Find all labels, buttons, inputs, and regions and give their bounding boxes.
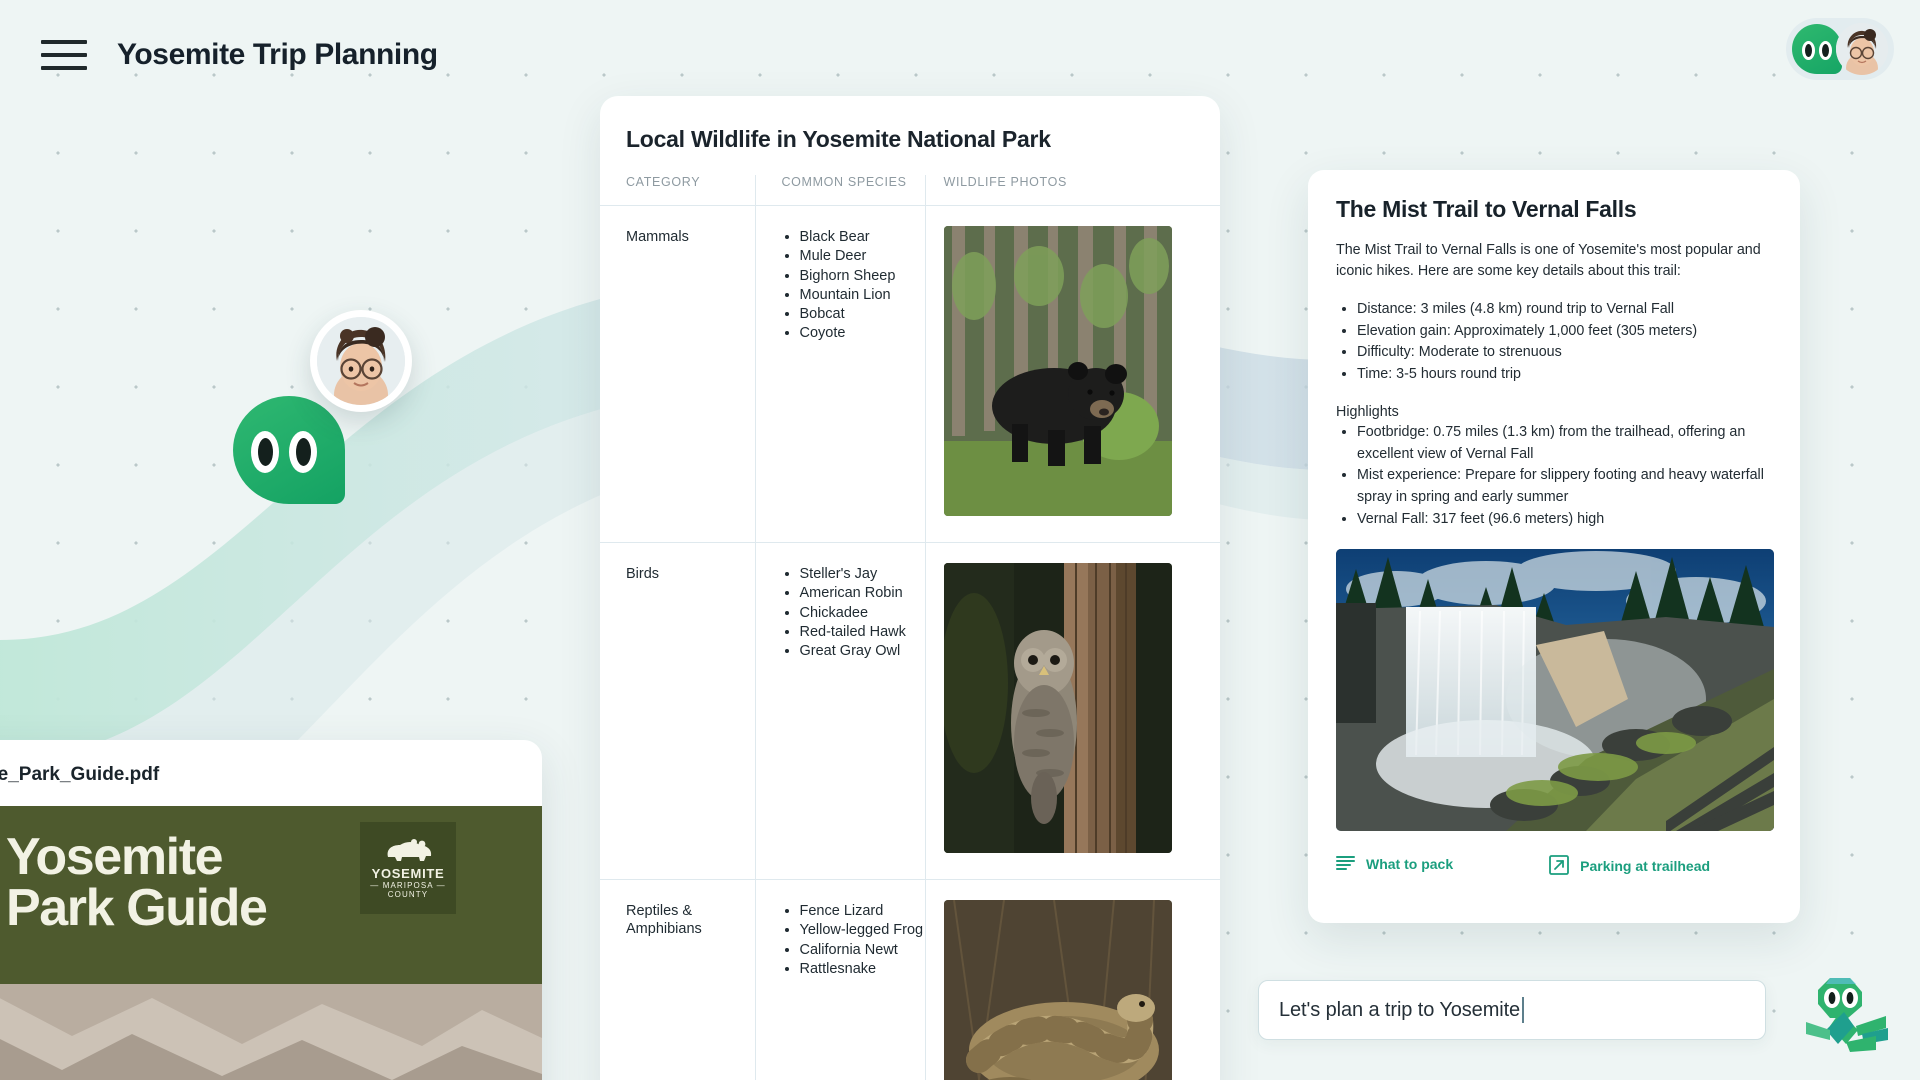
pdf-preview-card[interactable]: semite_Park_Guide.pdf Yosemite Park Guid… (0, 740, 542, 1080)
yosemite-mariposa-badge: YOSEMITE — MARIPOSA — COUNTY (360, 822, 456, 914)
composer-input[interactable]: Let's plan a trip to Yosemite (1279, 999, 1520, 1022)
trail-actions: What to pack Parking at trailhead (1336, 854, 1772, 880)
running-mascot (1800, 972, 1896, 1058)
floating-user-avatar[interactable] (310, 310, 412, 412)
list-item: Mist experience: Prepare for slippery fo… (1357, 465, 1772, 508)
list-item: Coyote (800, 324, 925, 343)
bear-silhouette-icon (387, 839, 432, 861)
list-item: Chickadee (800, 604, 925, 623)
badge-line-3: COUNTY (387, 890, 429, 899)
table-header: CATEGORY COMMON SPECIES WILDLIFE PHOTOS (600, 175, 1220, 206)
pdf-cover-page: Yosemite Park Guide YOSEMITE — MARIPOSA … (0, 806, 542, 1080)
column-header-photos: WILDLIFE PHOTOS (925, 175, 1220, 206)
cell-photo (925, 205, 1220, 543)
cell-category: Mammals (600, 205, 756, 543)
cell-category: Birds (600, 542, 756, 880)
list-item: Black Bear (800, 228, 925, 247)
table-row: Mammals Black Bear Mule Deer Bighorn She… (600, 205, 1220, 543)
pdf-cover-title-line2: Park Guide (6, 878, 268, 937)
species-list: Black Bear Mule Deer Bighorn Sheep Mount… (800, 228, 925, 344)
highlights-label: Highlights (1336, 403, 1399, 420)
black-bear-photo (943, 226, 1172, 516)
list-item: Vernal Fall: 317 feet (96.6 meters) high (1357, 509, 1772, 531)
list-item: Difficulty: Moderate to strenuous (1357, 342, 1772, 364)
list-item: Fence Lizard (800, 902, 925, 921)
list-item: American Robin (800, 584, 925, 603)
cell-photo (925, 879, 1220, 1080)
column-header-category: CATEGORY (600, 175, 756, 206)
cell-species: Black Bear Mule Deer Bighorn Sheep Mount… (755, 205, 926, 543)
cell-photo (925, 542, 1220, 880)
list-item: California Newt (800, 941, 925, 960)
hamburger-menu-icon[interactable] (41, 40, 87, 70)
mascot-eye-left-icon (251, 431, 279, 473)
badge-line-2: — MARIPOSA — (370, 881, 446, 890)
table-row: Reptiles & Amphibians Fence Lizard Yello… (600, 879, 1220, 1080)
pdf-filename: semite_Park_Guide.pdf (0, 764, 160, 785)
user-photo-avatar[interactable] (1836, 23, 1888, 75)
blob-eye-left-icon (1802, 41, 1815, 60)
list-item: Mule Deer (800, 247, 925, 266)
table-row: Birds Steller's Jay American Robin Chick… (600, 542, 1220, 880)
trail-card: The Mist Trail to Vernal Falls The Mist … (1308, 170, 1800, 923)
wildlife-card: Local Wildlife in Yosemite National Park… (600, 96, 1220, 1080)
trail-title: The Mist Trail to Vernal Falls (1336, 196, 1637, 222)
list-item: Time: 3-5 hours round trip (1357, 364, 1772, 386)
external-link-arrow-icon (1549, 854, 1570, 880)
wildlife-table: CATEGORY COMMON SPECIES WILDLIFE PHOTOS … (600, 175, 1220, 1080)
action-parking-at-trailhead[interactable]: Parking at trailhead (1549, 854, 1711, 880)
list-item: Bighorn Sheep (800, 267, 925, 286)
list-item: Yellow-legged Frog (800, 921, 925, 940)
pdf-cover-hero: Yosemite Park Guide YOSEMITE — MARIPOSA … (0, 806, 542, 984)
assistant-blob-avatar[interactable] (1792, 24, 1842, 74)
list-item: Distance: 3 miles (4.8 km) round trip to… (1357, 299, 1772, 321)
rattlesnake-photo (943, 900, 1172, 1080)
action-what-to-pack[interactable]: What to pack (1336, 855, 1453, 875)
cell-category: Reptiles & Amphibians (600, 879, 756, 1080)
action-label: Parking at trailhead (1580, 858, 1711, 875)
list-item: Elevation gain: Approximately 1,000 feet… (1357, 321, 1772, 343)
table-header-row: CATEGORY COMMON SPECIES WILDLIFE PHOTOS (600, 175, 1220, 206)
list-lines-icon (1336, 855, 1355, 875)
avatar-group[interactable] (1786, 18, 1894, 80)
great-gray-owl-photo (943, 563, 1172, 853)
list-item: Mountain Lion (800, 286, 925, 305)
message-composer[interactable]: Let's plan a trip to Yosemite (1258, 980, 1766, 1040)
cell-species: Steller's Jay American Robin Chickadee R… (755, 542, 926, 880)
list-item: Footbridge: 0.75 miles (1.3 km) from the… (1357, 422, 1772, 465)
column-header-species: COMMON SPECIES (755, 175, 926, 206)
vernal-falls-photo (1336, 548, 1774, 831)
action-label: What to pack (1366, 855, 1454, 872)
list-item: Great Gray Owl (800, 642, 925, 661)
mascot-blob (233, 396, 345, 504)
blob-eye-right-icon (1819, 41, 1832, 60)
pdf-cover-photo (0, 984, 542, 1080)
pdf-cover-title: Yosemite Park Guide (6, 828, 268, 937)
text-caret (1522, 997, 1525, 1023)
mascot-eye-right-icon (289, 431, 317, 473)
cell-species: Fence Lizard Yellow-legged Frog Californ… (755, 879, 926, 1080)
list-item: Red-tailed Hawk (800, 623, 925, 642)
species-list: Fence Lizard Yellow-legged Frog Californ… (800, 902, 925, 979)
badge-line-1: YOSEMITE (371, 866, 445, 881)
list-item: Steller's Jay (800, 565, 925, 584)
trail-highlights-list: Footbridge: 0.75 miles (1.3 km) from the… (1357, 422, 1772, 531)
trail-details-list: Distance: 3 miles (4.8 km) round trip to… (1357, 299, 1772, 386)
page-title: Yosemite Trip Planning (117, 38, 438, 71)
top-bar: Yosemite Trip Planning (0, 0, 1920, 110)
app-root: Yosemite Trip Planning Local Wildlife in… (0, 0, 1920, 1080)
species-list: Steller's Jay American Robin Chickadee R… (800, 565, 925, 661)
list-item: Bobcat (800, 305, 925, 324)
pdf-cover-title-line1: Yosemite (6, 828, 224, 886)
avatar-image (317, 317, 405, 405)
trail-intro: The Mist Trail to Vernal Falls is one of… (1336, 242, 1761, 280)
list-item: Rattlesnake (800, 960, 925, 979)
